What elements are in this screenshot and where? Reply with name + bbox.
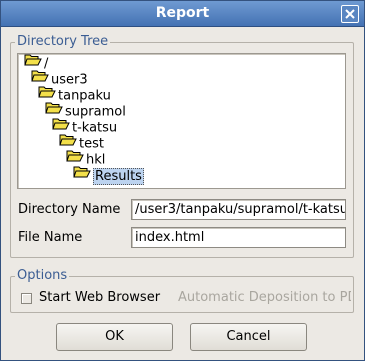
tree-node-label: Results	[93, 167, 144, 185]
start-web-browser-label[interactable]: Start Web Browser	[39, 290, 160, 305]
options-legend: Options	[15, 268, 70, 283]
close-button[interactable]	[341, 5, 359, 23]
directory-name-label: Directory Name	[18, 202, 121, 217]
tree-node[interactable]: Results	[73, 165, 144, 185]
directory-tree[interactable]: / user3 tanpaku supramol t-katsu test hkl Resul…	[17, 53, 346, 189]
start-web-browser-checkbox[interactable]	[21, 293, 32, 304]
cancel-button[interactable]: Cancel	[190, 323, 307, 351]
close-icon	[345, 9, 355, 19]
tree-node-label: t-katsu	[72, 120, 118, 136]
directory-name-field[interactable]: /user3/tanpaku/supramol/t-katsu/	[131, 199, 346, 220]
tree-node-label: user3	[51, 72, 88, 88]
report-dialog: Report Directory Tree / user3 tanpaku supra…	[0, 0, 365, 361]
directory-tree-legend: Directory Tree	[15, 34, 111, 49]
file-name-field[interactable]: index.html	[131, 227, 346, 248]
tree-node-label: supramol	[65, 104, 126, 120]
ok-button[interactable]: OK	[56, 323, 173, 351]
file-name-label: File Name	[18, 230, 83, 245]
window-title: Report	[155, 5, 210, 21]
tree-node-label: tanpaku	[58, 88, 111, 104]
folder-open-icon	[73, 165, 91, 183]
title-bar[interactable]: Report	[1, 1, 364, 27]
automatic-deposition-label: Automatic Deposition to PD	[178, 290, 351, 305]
